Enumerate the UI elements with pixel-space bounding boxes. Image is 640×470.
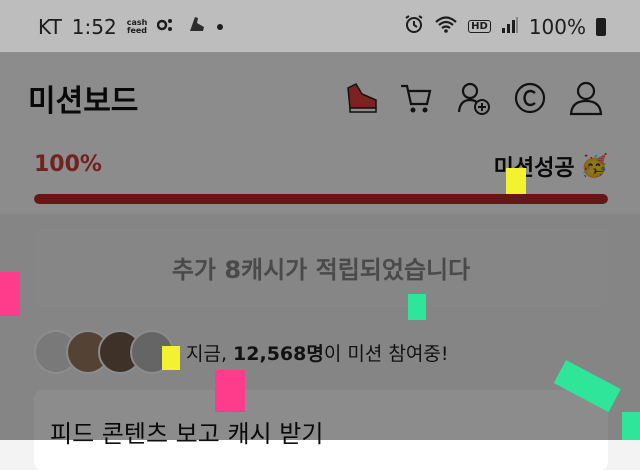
dim-overlay	[0, 52, 640, 440]
confetti-piece	[0, 272, 20, 316]
status-dim-overlay	[0, 0, 640, 52]
confetti-piece	[622, 412, 640, 440]
confetti-piece	[506, 168, 526, 194]
confetti-piece	[162, 346, 180, 370]
confetti-piece	[215, 370, 245, 412]
confetti-piece	[408, 294, 426, 320]
